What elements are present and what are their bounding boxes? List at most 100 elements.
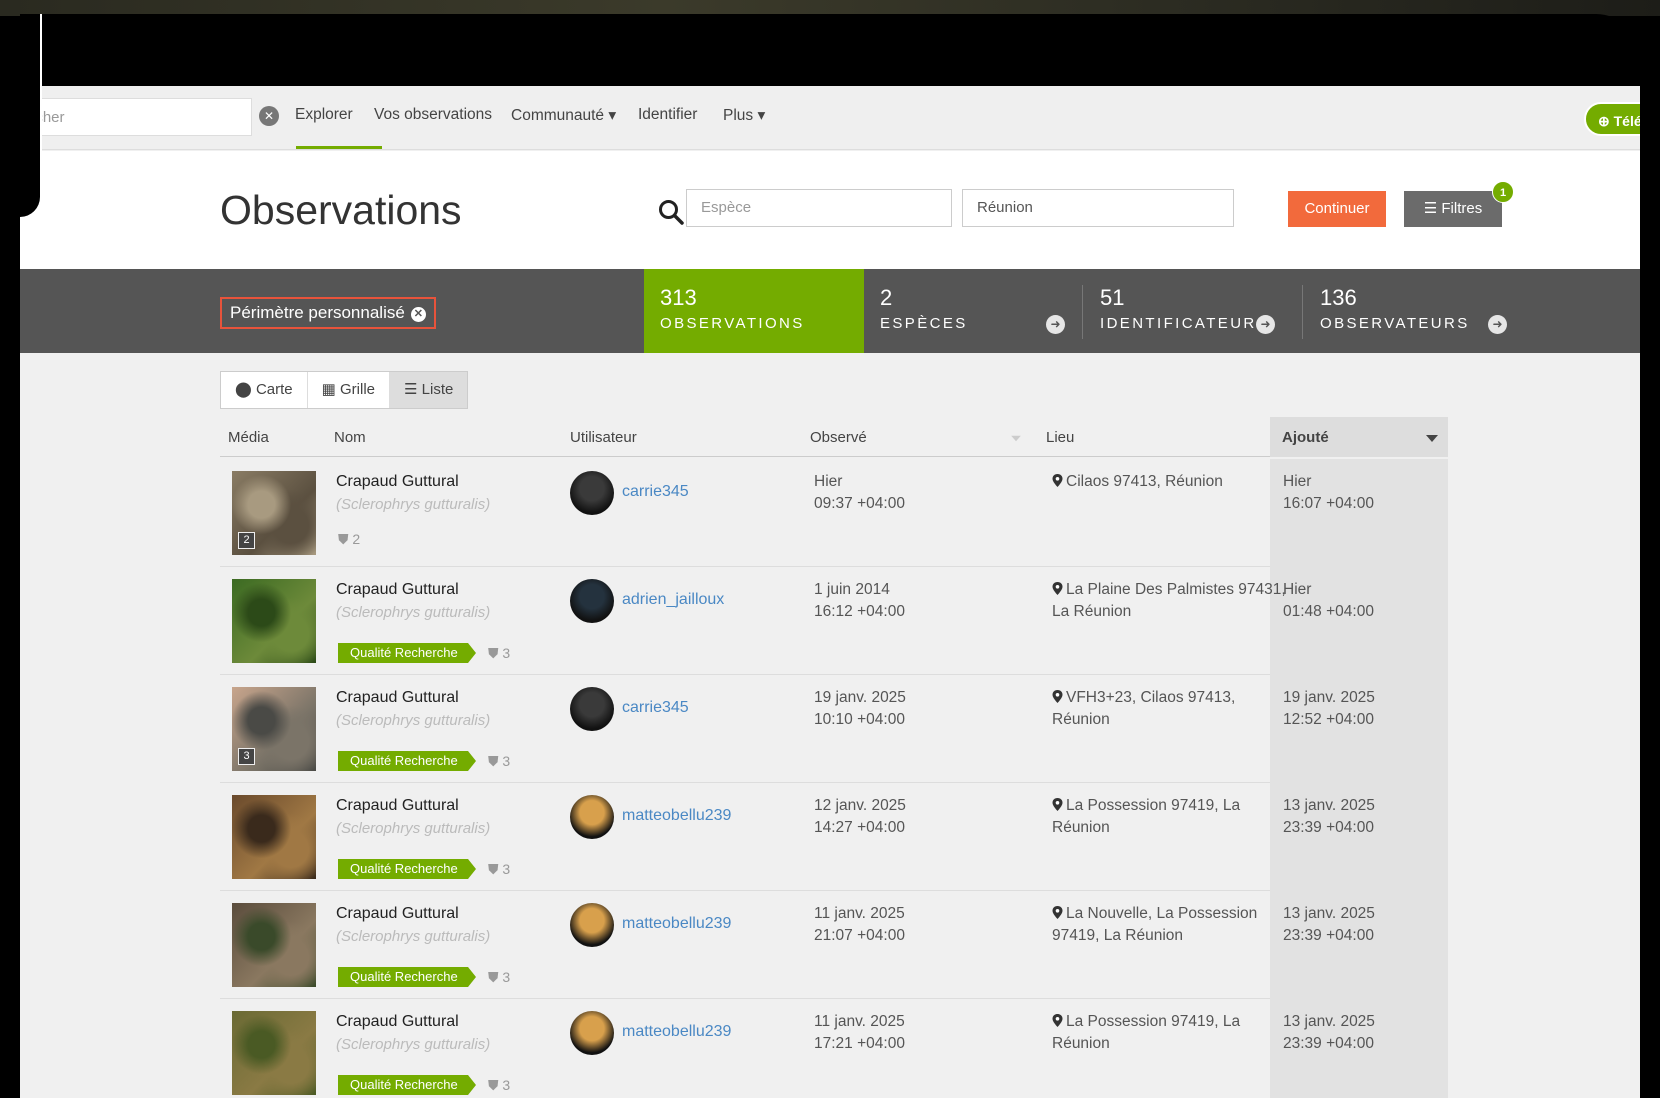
avatar[interactable] [570, 795, 614, 839]
common-name[interactable]: Crapaud Guttural [336, 689, 459, 707]
identifications-number: 3 [502, 753, 511, 769]
map-pin-icon [1052, 798, 1063, 811]
added-date: Hier [1283, 473, 1312, 490]
table-row[interactable]: 3 Crapaud Guttural (Sclerophrys guttural… [220, 675, 1448, 783]
continue-button[interactable]: Continuer [1288, 191, 1386, 227]
upload-label: Télé [1613, 113, 1640, 129]
stat-identifiers[interactable]: 51 IDENTIFICATEURS ➜ [1084, 269, 1294, 353]
nav-plus[interactable]: Plus ▾ [723, 106, 765, 125]
device-bezel-corner [20, 14, 42, 219]
added-date: Hier [1283, 581, 1312, 598]
view-list-button[interactable]: ☰ Liste [390, 372, 468, 408]
map-pin-icon [1052, 1014, 1063, 1027]
observation-photo[interactable]: 2 [232, 471, 316, 555]
col-added[interactable]: Ajouté [1282, 429, 1329, 446]
view-grid-button[interactable]: ▦ Grille [308, 372, 391, 408]
table-row[interactable]: Crapaud Guttural (Sclerophrys gutturalis… [220, 999, 1448, 1098]
map-pin-icon: ⬤ [235, 381, 252, 398]
place-field[interactable]: Réunion [962, 189, 1234, 227]
place-line-1: La Possession 97419, La [1052, 797, 1240, 815]
added-date: 13 janv. 2025 [1283, 1013, 1375, 1030]
table-row[interactable]: Crapaud Guttural (Sclerophrys gutturalis… [220, 783, 1448, 891]
table-row[interactable]: 2 Crapaud Guttural (Sclerophrys guttural… [220, 459, 1448, 567]
place-line-2: 97419, La Réunion [1052, 927, 1184, 944]
view-grid-label: Grille [340, 381, 376, 398]
common-name[interactable]: Crapaud Guttural [336, 473, 459, 491]
view-map-label: Carte [255, 381, 293, 398]
sort-caret-icon[interactable] [1011, 435, 1021, 442]
grid-icon: ▦ [321, 381, 336, 398]
stat-species-label: ESPÈCES [880, 315, 968, 332]
place-chip[interactable]: Périmètre personnalisé ✕ [220, 297, 436, 329]
observed-time: 09:37 +04:00 [814, 495, 905, 512]
arrow-right-icon: ➜ [1256, 315, 1275, 334]
scientific-name: (Sclerophrys gutturalis) [336, 928, 491, 945]
observed-time: 10:10 +04:00 [814, 711, 905, 728]
stat-species[interactable]: 2 ESPÈCES ➜ [864, 269, 1074, 353]
nav-identifier[interactable]: Identifier [638, 106, 697, 124]
quality-grade-badge: Qualité Recherche [338, 1075, 476, 1095]
col-observed[interactable]: Observé [810, 429, 867, 446]
common-name[interactable]: Crapaud Guttural [336, 797, 459, 815]
species-field[interactable]: Espèce [686, 189, 952, 227]
observation-photo[interactable] [232, 795, 316, 879]
nav-vos-observations[interactable]: Vos observations [374, 106, 492, 124]
added-date: 13 janv. 2025 [1283, 905, 1375, 922]
identification-icon: ⛊ [488, 645, 499, 661]
observed-date: Hier [814, 473, 843, 490]
avatar[interactable] [570, 687, 614, 731]
col-name[interactable]: Nom [334, 429, 366, 446]
stat-divider [1302, 285, 1303, 339]
observation-photo[interactable] [232, 579, 316, 663]
remove-place-icon[interactable]: ✕ [410, 307, 426, 322]
filters-button[interactable]: ☰ Filtres [1404, 191, 1502, 227]
user-link[interactable]: adrien_jailloux [622, 591, 724, 609]
table-row[interactable]: Crapaud Guttural (Sclerophrys gutturalis… [220, 891, 1448, 999]
observation-photo[interactable]: 3 [232, 687, 316, 771]
place-text: La Possession 97419, La [1066, 797, 1241, 814]
upload-button[interactable]: ⊕ Télé [1584, 102, 1640, 136]
view-map-button[interactable]: ⬤ Carte [221, 372, 308, 408]
nav-explorer[interactable]: Explorer [295, 106, 353, 124]
added-time: 23:39 +04:00 [1283, 819, 1374, 836]
stat-observers[interactable]: 136 OBSERVATEURS ➜ [1304, 269, 1524, 353]
arrow-right-icon: ➜ [1488, 315, 1507, 334]
avatar[interactable] [570, 471, 614, 515]
added-date: 13 janv. 2025 [1283, 797, 1375, 814]
avatar[interactable] [570, 579, 614, 623]
scientific-name: (Sclerophrys gutturalis) [336, 496, 491, 513]
stat-observations[interactable]: 313 OBSERVATIONS [644, 269, 864, 353]
common-name[interactable]: Crapaud Guttural [336, 581, 459, 599]
user-link[interactable]: carrie345 [622, 483, 689, 501]
table-row[interactable]: Crapaud Guttural (Sclerophrys gutturalis… [220, 567, 1448, 675]
site-search[interactable] [20, 98, 252, 136]
stat-divider [1082, 285, 1083, 339]
avatar[interactable] [570, 1011, 614, 1055]
observation-photo[interactable] [232, 903, 316, 987]
quality-grade-badge: Qualité Recherche [338, 751, 476, 771]
nav-communaute[interactable]: Communauté ▾ [511, 106, 616, 125]
identifications-count: ⛊ 2 [338, 531, 360, 548]
common-name[interactable]: Crapaud Guttural [336, 905, 459, 923]
site-search-input[interactable] [20, 99, 251, 135]
user-link[interactable]: carrie345 [622, 699, 689, 717]
avatar[interactable] [570, 903, 614, 947]
scientific-name: (Sclerophrys gutturalis) [336, 1036, 491, 1053]
clear-search-icon[interactable]: ✕ [259, 106, 279, 126]
observation-photo[interactable] [232, 1011, 316, 1095]
sort-caret-icon[interactable] [1426, 435, 1438, 442]
user-link[interactable]: matteobellu239 [622, 915, 731, 933]
user-link[interactable]: matteobellu239 [622, 807, 731, 825]
observed-date: 19 janv. 2025 [814, 689, 906, 706]
map-pin-icon [1052, 474, 1063, 487]
quality-grade-badge: Qualité Recherche [338, 643, 476, 663]
map-pin-icon [1052, 582, 1063, 595]
stat-observers-count: 136 [1320, 285, 1357, 310]
col-place[interactable]: Lieu [1046, 429, 1074, 446]
user-link[interactable]: matteobellu239 [622, 1023, 731, 1041]
common-name[interactable]: Crapaud Guttural [336, 1013, 459, 1031]
view-list-label: Liste [421, 381, 454, 398]
col-user[interactable]: Utilisateur [570, 429, 637, 446]
col-media[interactable]: Média [228, 429, 269, 446]
scientific-name: (Sclerophrys gutturalis) [336, 820, 491, 837]
